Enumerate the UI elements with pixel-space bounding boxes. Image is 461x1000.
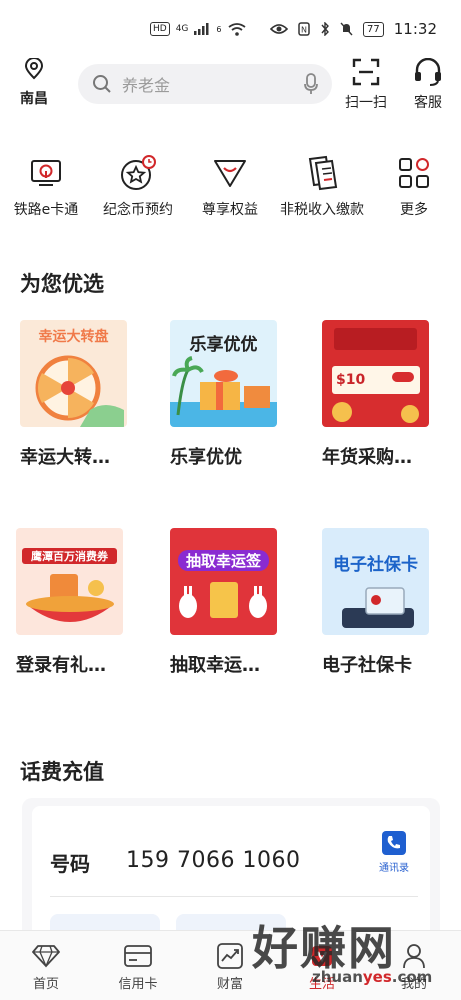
card-icon bbox=[124, 945, 152, 967]
phone-card-icon bbox=[342, 587, 414, 628]
coin-star-icon bbox=[121, 155, 156, 190]
shortcut-coin-reservation[interactable]: 纪念币预约 bbox=[92, 150, 184, 220]
clock: 11:32 bbox=[393, 20, 437, 38]
watermark-url-suffix: .com bbox=[391, 968, 433, 986]
promo-title: 抽取幸运… bbox=[170, 655, 260, 676]
headset-icon bbox=[415, 57, 441, 86]
promo-thumbnail: 幸运大转盘 bbox=[20, 320, 127, 427]
shortcut-railway-card[interactable]: 铁路e卡通 bbox=[0, 150, 92, 220]
svg-text:N: N bbox=[301, 26, 307, 35]
nfc-icon: N bbox=[298, 22, 310, 36]
phone-number-label: 号码 bbox=[50, 852, 90, 876]
promo-card-new-year-shopping[interactable]: $10 年货采购… bbox=[322, 320, 448, 469]
network-label: 4G bbox=[175, 24, 189, 34]
wifi-icon bbox=[227, 22, 246, 36]
shortcut-more[interactable]: 更多 bbox=[368, 150, 460, 220]
eye-icon bbox=[270, 24, 289, 34]
prize-wheel-icon bbox=[35, 355, 124, 427]
phone-number-input[interactable]: 159 7066 1060 bbox=[126, 848, 300, 873]
thumb-caption: $10 bbox=[336, 372, 366, 388]
scan-label: 扫一扫 bbox=[345, 95, 387, 111]
promo-card-lucky-draw[interactable]: 抽取幸运签 抽取幸运… bbox=[170, 528, 296, 677]
promo-thumbnail: 抽取幸运签 bbox=[170, 528, 277, 635]
recharge-divider bbox=[50, 896, 418, 897]
railway-card-icon bbox=[31, 160, 61, 186]
promo-title: 年货采购… bbox=[322, 447, 412, 468]
promo-thumbnail: 乐享优优 bbox=[170, 320, 277, 427]
diamond-smile-icon bbox=[214, 160, 246, 187]
location-label: 南昌 bbox=[20, 91, 48, 107]
contacts-label: 通讯录 bbox=[379, 863, 409, 874]
shortcut-label: 非税收入缴款 bbox=[280, 202, 364, 218]
shortcut-label: 尊享权益 bbox=[202, 202, 258, 218]
signal-icon bbox=[194, 23, 209, 35]
battery-indicator: 77 bbox=[363, 21, 384, 37]
promo-thumbnail: 电子社保卡 bbox=[322, 528, 429, 635]
status-bar: HD 4G 6 N 77 11:32 bbox=[0, 0, 461, 58]
shortcut-row: 铁路e卡通 纪念币预约 尊享权益 非税收入缴款 更多 bbox=[0, 150, 461, 220]
shortcut-non-tax-payment[interactable]: 非税收入缴款 bbox=[276, 150, 368, 220]
scan-icon bbox=[352, 58, 380, 86]
promo-title: 乐享优优 bbox=[170, 447, 242, 468]
promo-card-social-security[interactable]: 电子社保卡 电子社保卡 bbox=[322, 528, 448, 677]
status-left: HD 4G 6 bbox=[150, 22, 246, 36]
shortcut-vip-rights[interactable]: 尊享权益 bbox=[184, 150, 276, 220]
contacts-icon bbox=[382, 831, 406, 855]
app-page: HD 4G 6 N 77 11:32 南昌 养老金 扫一扫 客服 铁路e卡通 纪… bbox=[0, 0, 461, 1000]
location-pin-icon bbox=[24, 57, 44, 80]
tab-home[interactable]: 首页 bbox=[0, 931, 92, 1000]
shortcut-label: 铁路e卡通 bbox=[13, 202, 79, 218]
tab-label: 首页 bbox=[32, 977, 59, 992]
contacts-button[interactable]: 通讯录 bbox=[372, 830, 416, 874]
status-right: N 77 11:32 bbox=[270, 20, 437, 38]
promo-thumbnail: 鹰潭百万消费券 bbox=[16, 528, 123, 635]
tab-credit-card[interactable]: 信用卡 bbox=[92, 931, 184, 1000]
mute-bell-icon bbox=[340, 22, 353, 36]
search-icon bbox=[93, 75, 111, 93]
shortcut-label: 更多 bbox=[400, 202, 428, 218]
promo-title: 幸运大转… bbox=[20, 447, 110, 468]
recharge-section-title: 话费充值 bbox=[20, 760, 104, 784]
watermark-url-highlight: yes bbox=[362, 968, 392, 986]
service-label: 客服 bbox=[414, 95, 442, 111]
search-bar[interactable]: 养老金 bbox=[78, 64, 332, 104]
promo-card-login-gift[interactable]: 鹰潭百万消费券 登录有礼… bbox=[16, 528, 142, 677]
coupon-bowl-icon bbox=[26, 574, 114, 622]
diamond-icon bbox=[32, 945, 60, 968]
promo-card-lucky-wheel[interactable]: 幸运大转盘 幸运大转… bbox=[20, 320, 146, 469]
chart-up-icon bbox=[217, 943, 243, 969]
recommend-section-title: 为您优选 bbox=[20, 272, 104, 296]
top-header: 南昌 养老金 扫一扫 客服 bbox=[0, 57, 461, 118]
promo-card-lexiang-youyou[interactable]: 乐享优优 乐享优优 bbox=[170, 320, 296, 469]
promo-title: 登录有礼… bbox=[16, 655, 106, 676]
gift-box-icon bbox=[170, 356, 277, 427]
watermark-url: zhuanyes.com bbox=[312, 968, 432, 986]
scan-button[interactable]: 扫一扫 bbox=[340, 58, 392, 112]
site-watermark: 好赚网 zhuanyes.com bbox=[252, 912, 452, 992]
watermark-url-prefix: zhuan bbox=[312, 968, 363, 986]
customer-service-button[interactable]: 客服 bbox=[402, 57, 454, 112]
grid-more-icon bbox=[399, 158, 429, 188]
promo-thumbnail: $10 bbox=[322, 320, 429, 427]
tax-doc-icon bbox=[308, 155, 338, 191]
bluetooth-icon bbox=[321, 22, 329, 36]
promo-title: 电子社保卡 bbox=[322, 655, 412, 676]
shortcut-label: 纪念币预约 bbox=[103, 202, 173, 218]
search-placeholder: 养老金 bbox=[122, 76, 171, 95]
tab-label: 信用卡 bbox=[118, 977, 158, 992]
location-selector[interactable]: 南昌 bbox=[14, 57, 54, 108]
microphone-icon[interactable] bbox=[304, 73, 318, 95]
wifi-level: 6 bbox=[216, 24, 222, 34]
rabbit-lantern-icon bbox=[179, 582, 267, 618]
hd-badge: HD bbox=[150, 22, 170, 36]
